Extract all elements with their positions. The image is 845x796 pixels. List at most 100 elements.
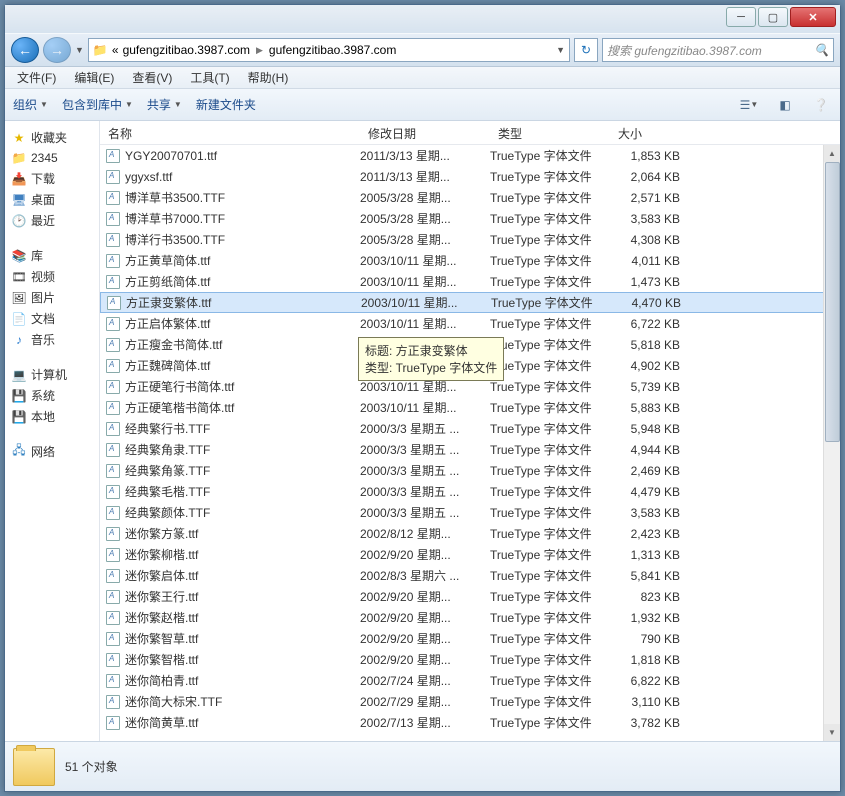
preview-pane-button[interactable]: ◧	[774, 94, 796, 116]
table-row[interactable]: 经典繁角隶.TTF2000/3/3 星期五 ...TrueType 字体文件4,…	[100, 439, 840, 460]
col-date[interactable]: 修改日期	[360, 121, 490, 144]
file-name: 博洋草书7000.TTF	[125, 210, 225, 227]
scroll-down-button[interactable]: ▼	[824, 724, 840, 741]
table-row[interactable]: 迷你繁智草.ttf2002/9/20 星期...TrueType 字体文件790…	[100, 628, 840, 649]
table-row[interactable]: 迷你繁王行.ttf2002/9/20 星期...TrueType 字体文件823…	[100, 586, 840, 607]
sidebar-item-2345[interactable]: 📁2345	[9, 148, 95, 168]
tooltip-title: 标题: 方正隶变繁体	[365, 342, 497, 359]
table-row[interactable]: ygyxsf.ttf2011/3/13 星期...TrueType 字体文件2,…	[100, 166, 840, 187]
maximize-button[interactable]: ▢	[758, 7, 788, 27]
help-button[interactable]: ❔	[810, 94, 832, 116]
col-name[interactable]: 名称	[100, 121, 360, 144]
file-date: 2003/10/11 星期...	[360, 273, 490, 290]
table-row[interactable]: 经典繁颜体.TTF2000/3/3 星期五 ...TrueType 字体文件3,…	[100, 502, 840, 523]
file-name: 方正瘦金书简体.ttf	[125, 336, 222, 353]
table-row[interactable]: 博洋草书3500.TTF2005/3/28 星期...TrueType 字体文件…	[100, 187, 840, 208]
share-button[interactable]: 共享▼	[147, 96, 182, 113]
menu-help[interactable]: 帮助(H)	[240, 67, 297, 88]
crumb-1[interactable]: gufengzitibao.3987.com	[123, 43, 250, 57]
font-file-icon	[106, 443, 120, 457]
table-row[interactable]: 方正启体繁体.ttf2003/10/11 星期...TrueType 字体文件6…	[100, 313, 840, 334]
table-row[interactable]: 方正硬笔楷书简体.ttf2003/10/11 星期...TrueType 字体文…	[100, 397, 840, 418]
close-button[interactable]: ✕	[790, 7, 836, 27]
file-pane: 名称 修改日期 类型 大小 标题: 方正隶变繁体 类型: TrueType 字体…	[100, 121, 840, 741]
menu-file[interactable]: 文件(F)	[9, 67, 64, 88]
sidebar-network[interactable]: 🖧网络	[9, 441, 95, 462]
star-icon: ★	[11, 130, 27, 146]
table-row[interactable]: 博洋行书3500.TTF2005/3/28 星期...TrueType 字体文件…	[100, 229, 840, 250]
table-row[interactable]: YGY20070701.ttf2011/3/13 星期...TrueType 字…	[100, 145, 840, 166]
refresh-button[interactable]: ↻	[574, 38, 598, 62]
file-type: TrueType 字体文件	[490, 231, 610, 248]
body: ★收藏夹 📁2345 📥下载 🖥桌面 🕑最近 📚库 🎞视频 🖼图片 📄文档 ♪音…	[5, 121, 840, 741]
status-bar: 51 个对象	[5, 741, 840, 791]
folder-icon: 📁	[93, 43, 108, 57]
file-date: 2005/3/28 星期...	[360, 231, 490, 248]
drive-icon: 💾	[11, 388, 27, 404]
col-type[interactable]: 类型	[490, 121, 610, 144]
sidebar-item-recent[interactable]: 🕑最近	[9, 210, 95, 231]
table-row[interactable]: 经典繁角篆.TTF2000/3/3 星期五 ...TrueType 字体文件2,…	[100, 460, 840, 481]
table-row[interactable]: 迷你简柏青.ttf2002/7/24 星期...TrueType 字体文件6,8…	[100, 670, 840, 691]
file-name: 方正隶变繁体.ttf	[126, 294, 211, 311]
forward-button[interactable]: →	[43, 37, 71, 63]
file-type: TrueType 字体文件	[490, 567, 610, 584]
table-row[interactable]: 博洋草书7000.TTF2005/3/28 星期...TrueType 字体文件…	[100, 208, 840, 229]
file-size: 5,739 KB	[610, 380, 710, 394]
sidebar-item-desktop[interactable]: 🖥桌面	[9, 189, 95, 210]
search-box[interactable]: 搜索 gufengzitibao.3987.com 🔍	[602, 38, 834, 62]
back-button[interactable]: ←	[11, 37, 39, 63]
crumb-2[interactable]: gufengzitibao.3987.com	[269, 43, 396, 57]
table-row[interactable]: 迷你繁智楷.ttf2002/9/20 星期...TrueType 字体文件1,8…	[100, 649, 840, 670]
history-dropdown-icon[interactable]: ▼	[75, 45, 84, 55]
table-row[interactable]: 经典繁行书.TTF2000/3/3 星期五 ...TrueType 字体文件5,…	[100, 418, 840, 439]
menu-edit[interactable]: 编辑(E)	[66, 67, 122, 88]
sidebar-item-local[interactable]: 💾本地	[9, 406, 95, 427]
new-folder-button[interactable]: 新建文件夹	[196, 96, 256, 113]
organize-button[interactable]: 组织▼	[13, 96, 48, 113]
sidebar-item-videos[interactable]: 🎞视频	[9, 266, 95, 287]
menu-view[interactable]: 查看(V)	[124, 67, 180, 88]
minimize-button[interactable]: ─	[726, 7, 756, 27]
file-size: 1,313 KB	[610, 548, 710, 562]
file-size: 1,853 KB	[610, 149, 710, 163]
scroll-thumb[interactable]	[825, 162, 840, 442]
navbar: ← → ▼ 📁 « gufengzitibao.3987.com ▶ gufen…	[5, 33, 840, 67]
table-row[interactable]: 迷你简大标宋.TTF2002/7/29 星期...TrueType 字体文件3,…	[100, 691, 840, 712]
table-row[interactable]: 方正黄草简体.ttf2003/10/11 星期...TrueType 字体文件4…	[100, 250, 840, 271]
address-dropdown-icon[interactable]: ▼	[556, 45, 565, 55]
file-date: 2002/7/29 星期...	[360, 693, 490, 710]
table-row[interactable]: 迷你繁柳楷.ttf2002/9/20 星期...TrueType 字体文件1,3…	[100, 544, 840, 565]
sidebar-item-system[interactable]: 💾系统	[9, 385, 95, 406]
menu-tools[interactable]: 工具(T)	[182, 67, 237, 88]
search-icon[interactable]: 🔍	[814, 43, 829, 57]
file-type: TrueType 字体文件	[490, 357, 610, 374]
sidebar-item-pictures[interactable]: 🖼图片	[9, 287, 95, 308]
table-row[interactable]: 迷你繁方篆.ttf2002/8/12 星期...TrueType 字体文件2,4…	[100, 523, 840, 544]
sidebar-favorites[interactable]: ★收藏夹	[9, 127, 95, 148]
font-file-icon	[106, 611, 120, 625]
include-library-button[interactable]: 包含到库中▼	[62, 96, 133, 113]
file-type: TrueType 字体文件	[490, 378, 610, 395]
sidebar-item-music[interactable]: ♪音乐	[9, 329, 95, 350]
font-file-icon	[106, 590, 120, 604]
table-row[interactable]: 经典繁毛楷.TTF2000/3/3 星期五 ...TrueType 字体文件4,…	[100, 481, 840, 502]
font-file-icon	[107, 296, 121, 310]
col-size[interactable]: 大小	[610, 121, 710, 144]
table-row[interactable]: 迷你繁赵楷.ttf2002/9/20 星期...TrueType 字体文件1,9…	[100, 607, 840, 628]
scrollbar[interactable]: ▲ ▼	[823, 145, 840, 741]
table-row[interactable]: 迷你简黄草.ttf2002/7/13 星期...TrueType 字体文件3,7…	[100, 712, 840, 733]
view-options-button[interactable]: ☰ ▼	[738, 94, 760, 116]
sidebar-libraries[interactable]: 📚库	[9, 245, 95, 266]
table-row[interactable]: 方正剪纸简体.ttf2003/10/11 星期...TrueType 字体文件1…	[100, 271, 840, 292]
scroll-up-button[interactable]: ▲	[824, 145, 840, 162]
file-type: TrueType 字体文件	[490, 336, 610, 353]
table-row[interactable]: 方正隶变繁体.ttf2003/10/11 星期...TrueType 字体文件4…	[100, 292, 840, 313]
address-bar[interactable]: 📁 « gufengzitibao.3987.com ▶ gufengzitib…	[88, 38, 570, 62]
sidebar-item-downloads[interactable]: 📥下载	[9, 168, 95, 189]
sidebar-item-documents[interactable]: 📄文档	[9, 308, 95, 329]
file-name: 方正硬笔楷书简体.ttf	[125, 399, 234, 416]
sidebar-computer[interactable]: 💻计算机	[9, 364, 95, 385]
crumb-sep-icon[interactable]: ▶	[256, 45, 263, 56]
table-row[interactable]: 迷你繁启体.ttf2002/8/3 星期六 ...TrueType 字体文件5,…	[100, 565, 840, 586]
